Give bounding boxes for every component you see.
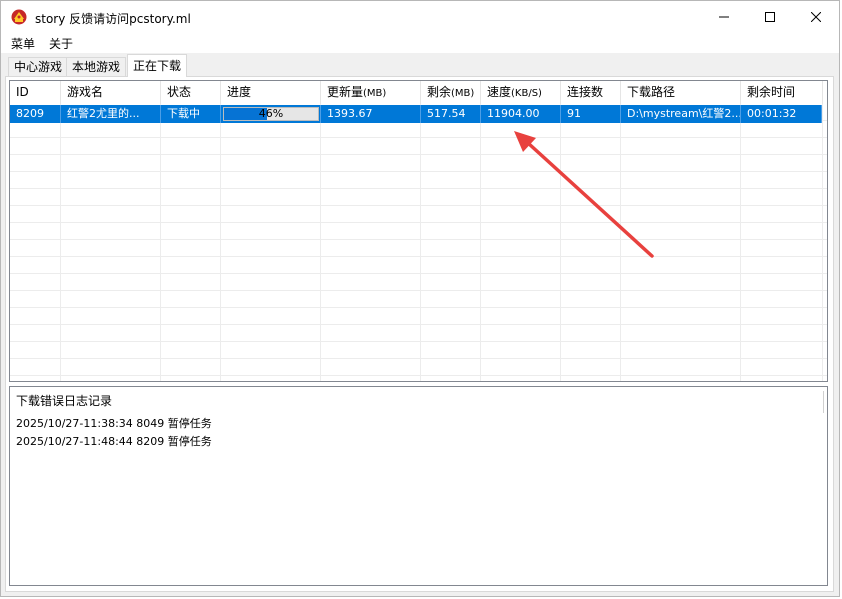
tab-downloading[interactable]: 正在下载 [127, 54, 188, 77]
annotation-arrow-icon [514, 131, 654, 258]
